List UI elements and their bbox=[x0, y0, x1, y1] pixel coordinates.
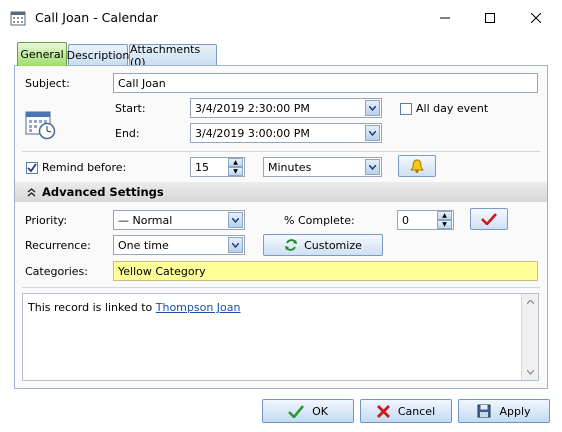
minimize-button[interactable] bbox=[422, 0, 468, 36]
start-value: 3/4/2019 2:30:00 PM bbox=[195, 101, 310, 115]
remind-label: Remind before: bbox=[42, 161, 127, 174]
recurrence-select[interactable]: One time bbox=[113, 235, 245, 255]
customize-label: Customize bbox=[304, 238, 362, 252]
save-disk-icon bbox=[477, 404, 491, 418]
scroll-down-icon[interactable] bbox=[522, 364, 538, 380]
cancel-button[interactable]: Cancel bbox=[360, 399, 452, 423]
divider bbox=[22, 151, 540, 152]
ok-label: OK bbox=[312, 404, 328, 418]
apply-label: Apply bbox=[499, 404, 531, 418]
chevron-down-icon[interactable] bbox=[365, 100, 380, 116]
cancel-label: Cancel bbox=[397, 404, 436, 418]
priority-select[interactable]: — Normal bbox=[113, 210, 245, 230]
spin-down-icon[interactable]: ▼ bbox=[228, 167, 243, 176]
all-day-checkbox[interactable] bbox=[400, 103, 412, 115]
stepper-arrows[interactable]: ▲ ▼ bbox=[228, 158, 243, 176]
recurrence-label: Recurrence: bbox=[25, 239, 91, 252]
subject-value: Call Joan bbox=[118, 76, 166, 90]
start-label: Start: bbox=[115, 102, 146, 115]
categories-value: Yellow Category bbox=[118, 264, 206, 278]
spin-up-icon[interactable]: ▲ bbox=[437, 211, 452, 220]
tab-description[interactable]: Description bbox=[67, 44, 129, 66]
red-x-icon bbox=[376, 404, 390, 418]
collapse-icon[interactable] bbox=[27, 187, 36, 197]
percent-complete-stepper[interactable]: 0 ▲ ▼ bbox=[397, 210, 454, 230]
spin-up-icon[interactable]: ▲ bbox=[228, 158, 243, 167]
calendar-icon bbox=[10, 10, 26, 26]
spin-down-icon[interactable]: ▼ bbox=[437, 220, 452, 229]
red-checkmark-icon bbox=[481, 213, 497, 225]
reminder-sound-button[interactable] bbox=[398, 155, 436, 177]
notes-scrollbar[interactable] bbox=[521, 294, 538, 380]
ok-button[interactable]: OK bbox=[262, 399, 354, 423]
minimize-icon bbox=[440, 17, 450, 19]
mark-complete-button[interactable] bbox=[470, 208, 508, 230]
tab-general[interactable]: General bbox=[17, 42, 67, 66]
checkmark-icon bbox=[27, 163, 37, 173]
linked-record-link[interactable]: Thompson Joan bbox=[156, 301, 241, 314]
maximize-button[interactable] bbox=[467, 0, 513, 36]
remind-unit-value: Minutes bbox=[268, 160, 312, 174]
priority-label: Priority: bbox=[25, 214, 68, 227]
customize-button[interactable]: Customize bbox=[263, 234, 383, 256]
remind-unit-select[interactable]: Minutes bbox=[263, 157, 382, 177]
notes-area[interactable]: This record is linked to Thompson Joan bbox=[22, 293, 539, 381]
remind-stepper[interactable]: 15 ▲ ▼ bbox=[190, 157, 245, 177]
remind-value: 15 bbox=[195, 160, 209, 174]
stepper-arrows[interactable]: ▲ ▼ bbox=[437, 211, 452, 229]
close-icon bbox=[531, 13, 541, 23]
end-datetime-picker[interactable]: 3/4/2019 3:00:00 PM bbox=[190, 123, 382, 143]
recurrence-icon bbox=[285, 239, 298, 251]
maximize-icon bbox=[485, 13, 495, 23]
appointment-icon bbox=[24, 108, 56, 140]
end-label: End: bbox=[115, 127, 140, 140]
notes-text: This record is linked to Thompson Joan bbox=[28, 301, 240, 314]
percent-complete-label: % Complete: bbox=[284, 214, 355, 227]
start-datetime-picker[interactable]: 3/4/2019 2:30:00 PM bbox=[190, 98, 382, 118]
tab-attachments[interactable]: Attachments (0) bbox=[129, 43, 217, 69]
chevron-down-icon[interactable] bbox=[228, 237, 243, 253]
chevron-down-icon[interactable] bbox=[365, 159, 380, 175]
green-checkmark-icon bbox=[288, 404, 305, 418]
chevron-down-icon[interactable] bbox=[228, 212, 243, 228]
end-value: 3/4/2019 3:00:00 PM bbox=[195, 126, 310, 140]
remind-checkbox[interactable] bbox=[26, 162, 38, 174]
recurrence-value: One time bbox=[118, 238, 169, 252]
categories-field[interactable]: Yellow Category bbox=[113, 261, 538, 281]
close-button[interactable] bbox=[513, 0, 559, 36]
scroll-up-icon[interactable] bbox=[522, 294, 538, 310]
apply-button[interactable]: Apply bbox=[458, 399, 550, 423]
subject-input[interactable]: Call Joan bbox=[113, 73, 538, 93]
advanced-settings-header[interactable]: Advanced Settings bbox=[15, 182, 547, 202]
advanced-settings-title: Advanced Settings bbox=[42, 185, 164, 199]
window-title: Call Joan - Calendar bbox=[35, 10, 158, 25]
priority-value: — Normal bbox=[118, 213, 173, 227]
subject-label: Subject: bbox=[25, 77, 70, 90]
bell-icon bbox=[410, 159, 424, 173]
divider bbox=[22, 287, 540, 288]
notes-prefix: This record is linked to bbox=[28, 301, 156, 314]
categories-label: Categories: bbox=[25, 265, 88, 278]
all-day-label: All day event bbox=[416, 102, 489, 115]
chevron-down-icon[interactable] bbox=[365, 125, 380, 141]
percent-value: 0 bbox=[402, 213, 409, 227]
